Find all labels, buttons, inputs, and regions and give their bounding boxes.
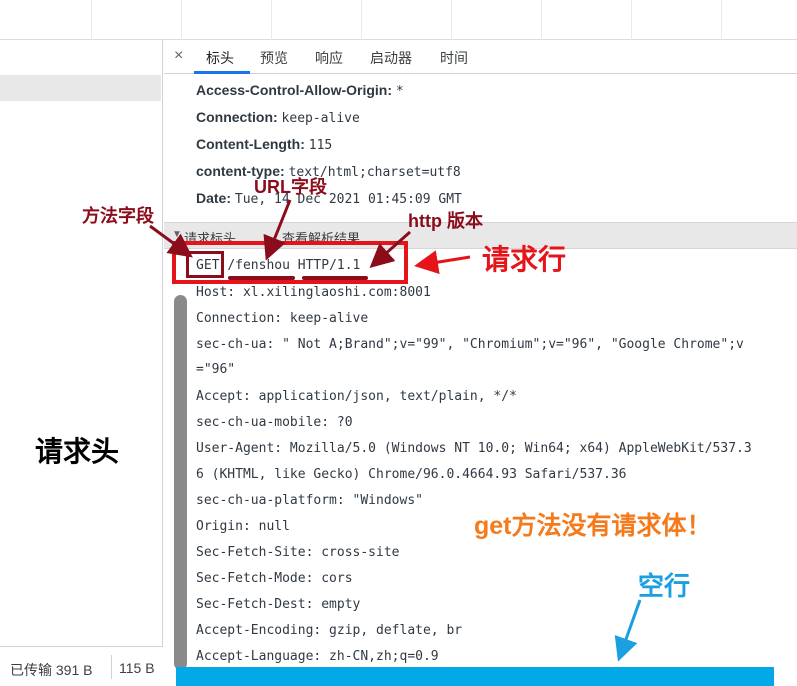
raw-header-line: sec-ch-ua-mobile: ?0: [196, 415, 353, 430]
top-strip: [0, 0, 797, 40]
top-cell: [542, 0, 632, 40]
top-cell: [452, 0, 542, 40]
tab-response[interactable]: 响应: [315, 48, 343, 68]
header-value: 115: [308, 138, 333, 153]
raw-header-line: sec-ch-ua: " Not A;Brand";v="99", "Chrom…: [196, 337, 744, 352]
header-value: keep-alive: [281, 111, 360, 126]
resource-size: 115 B: [119, 660, 155, 676]
active-tab-indicator: [194, 71, 250, 74]
raw-header-line: Sec-Fetch-Site: cross-site: [196, 545, 400, 560]
transferred-size: 已传输 391 B: [10, 662, 93, 678]
top-cell: [362, 0, 452, 40]
response-header-row: Content-Length: 115: [196, 136, 332, 153]
header-name: Connection:: [196, 109, 278, 125]
top-cell: [272, 0, 362, 40]
top-cell: [632, 0, 722, 40]
header-value: *: [395, 84, 404, 99]
header-name: Date:: [196, 190, 232, 206]
method-field-label: 方法字段: [82, 206, 154, 226]
version-underline: [302, 276, 368, 280]
response-header-row: content-type: text/html;charset=utf8: [196, 163, 461, 180]
raw-header-line: Host: xl.xilinglaoshi.com:8001: [196, 285, 431, 300]
http-version-label: http 版本: [408, 211, 483, 231]
raw-header-line: Origin: null: [196, 519, 290, 534]
raw-header-line: Accept-Language: zh-CN,zh;q=0.9: [196, 649, 439, 664]
header-name: Access-Control-Allow-Origin:: [196, 82, 393, 98]
response-header-row: Access-Control-Allow-Origin: *: [196, 82, 404, 99]
tab-initiator[interactable]: 启动器: [370, 48, 412, 68]
details-panel: × 标头 预览 响应 启动器 时间 Access-Control-Allow-O…: [164, 40, 797, 686]
tab-timing[interactable]: 时间: [440, 48, 468, 68]
empty-line-label: 空行: [638, 571, 691, 601]
raw-header-line: Sec-Fetch-Dest: empty: [196, 597, 361, 612]
top-cell: [92, 0, 182, 40]
details-tabs: × 标头 预览 响应 启动器 时间: [164, 40, 797, 74]
raw-header-line: Accept: application/json, text/plain, */…: [196, 389, 517, 404]
scrollbar-thumb[interactable]: [174, 295, 187, 670]
status-separator: [111, 655, 112, 679]
method-highlight-box: [186, 251, 224, 278]
request-list-panel: 已传输 391 B 115 B: [0, 40, 163, 686]
response-header-row: Date: Tue, 14 Dec 2021 01:45:09 GMT: [196, 190, 462, 207]
raw-header-line: Connection: keep-alive: [196, 311, 369, 326]
top-cell: [182, 0, 272, 40]
raw-header-line: 6 (KHTML, like Gecko) Chrome/96.0.4664.9…: [196, 467, 627, 482]
no-body-label: get方法没有请求体！: [474, 512, 712, 540]
tab-headers[interactable]: 标头: [206, 48, 234, 68]
close-icon[interactable]: ×: [174, 47, 183, 65]
response-header-row: Connection: keep-alive: [196, 109, 360, 126]
raw-header-line: ="96": [196, 362, 236, 377]
empty-line-highlight: [176, 667, 774, 686]
top-cell: [0, 0, 92, 40]
raw-header-line: Sec-Fetch-Mode: cors: [196, 571, 353, 586]
raw-header-line: User-Agent: Mozilla/5.0 (Windows NT 10.0…: [196, 441, 752, 456]
status-bar: 已传输 391 B 115 B: [0, 646, 163, 686]
tab-preview[interactable]: 预览: [260, 48, 288, 68]
raw-header-line: sec-ch-ua-platform: "Windows": [196, 493, 423, 508]
path-underline: [228, 276, 295, 280]
request-header-label: 请求头: [35, 436, 120, 467]
raw-header-line: Accept-Encoding: gzip, deflate, br: [196, 623, 463, 638]
url-field-label: URL字段: [254, 177, 327, 197]
selected-request-row[interactable]: [0, 75, 161, 101]
header-name: Content-Length:: [196, 136, 305, 152]
request-line-label: 请求行: [482, 244, 567, 275]
collapse-triangle-icon[interactable]: ▼: [172, 229, 182, 240]
